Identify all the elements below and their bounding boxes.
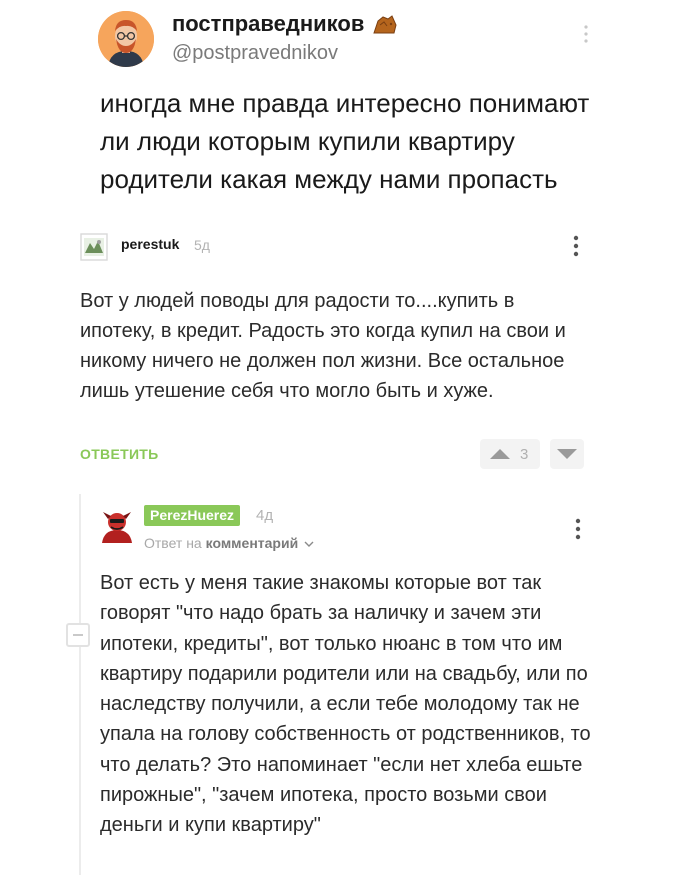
reply-to-target[interactable]: комментарий (206, 535, 299, 551)
reply-button[interactable]: ОТВЕТИТЬ (80, 446, 159, 462)
reply-author-avatar[interactable] (100, 508, 134, 544)
upvote-button[interactable] (480, 439, 540, 469)
reply-username[interactable]: PerezHuerez (144, 505, 241, 526)
thread-line (79, 494, 81, 875)
reply-menu-icon[interactable] (574, 517, 582, 546)
tweet-author-avatar (98, 11, 154, 67)
tweet-display-name[interactable]: постправедников (172, 11, 364, 37)
comment-text: Вот у людей поводы для радости то....куп… (80, 290, 566, 402)
rating-count: 3 (520, 446, 529, 463)
reply-time: 4д (256, 507, 274, 524)
tweet-text: иногда мне правда интересно понимают ли … (100, 88, 590, 194)
tweet-handle[interactable]: @postpravednikov (172, 42, 338, 65)
rock-emoji-icon (372, 13, 398, 40)
tweet-more-icon[interactable] (583, 24, 589, 49)
arrow-down-icon (557, 449, 577, 459)
arrow-up-icon (490, 449, 510, 459)
downvote-button[interactable] (550, 439, 584, 469)
chevron-down-icon (304, 541, 314, 547)
comment-author-avatar[interactable] (80, 233, 108, 261)
comment-time: 5д (194, 237, 210, 253)
reply-to-prefix: Ответ на (144, 535, 202, 551)
reply-to-line[interactable]: Ответ на комментарий (144, 535, 314, 551)
reply-text: Вот есть у меня такие знакомы которые во… (100, 572, 591, 837)
comment-menu-icon[interactable] (572, 234, 580, 263)
comment-username[interactable]: perestuk (121, 236, 179, 252)
collapse-thread-button[interactable] (66, 623, 90, 647)
